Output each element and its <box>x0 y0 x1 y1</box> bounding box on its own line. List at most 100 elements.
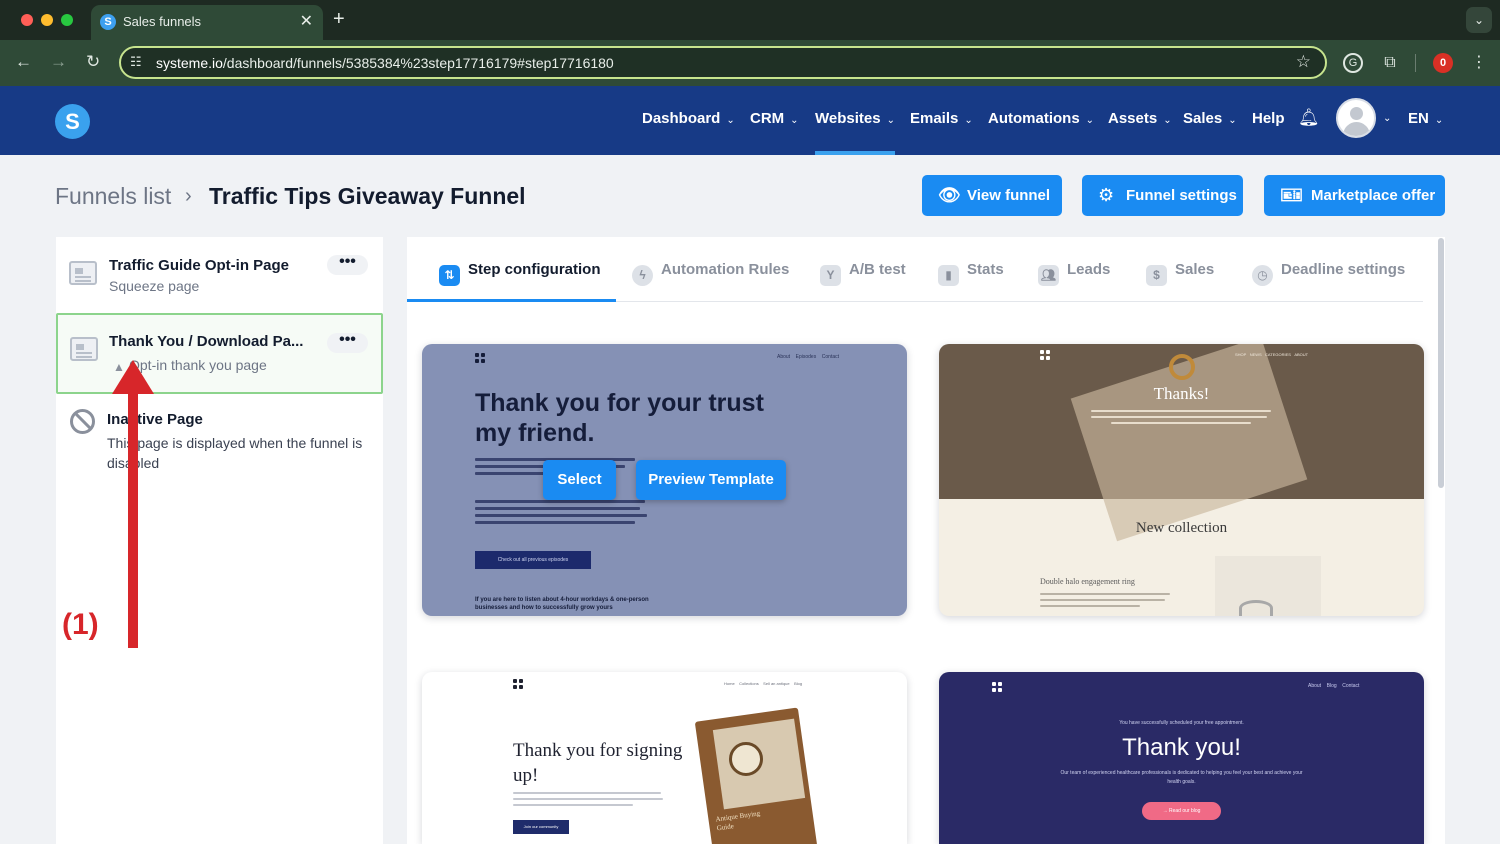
template-body-text: Our team of experienced healthcare profe… <box>1060 770 1303 785</box>
template-card-trust[interactable]: About Episodes Contact Thank you for you… <box>422 344 907 616</box>
ticket-icon: 🎫︎ <box>1280 185 1303 205</box>
template-logo-icon <box>992 682 1003 693</box>
nav-websites[interactable]: Websites ⌄ <box>815 110 895 127</box>
star-icon[interactable]: ☆ <box>1296 52 1311 72</box>
template-headline: Thank you for your trust my friend. <box>475 389 764 447</box>
eye-icon: 👁︎ <box>938 185 961 205</box>
grammarly-extension-icon[interactable]: G <box>1343 53 1363 73</box>
forward-icon[interactable]: → <box>50 52 67 72</box>
template-logo-icon <box>1040 350 1051 361</box>
chevron-down-icon: ⌄ <box>726 115 735 126</box>
active-nav-indicator <box>815 151 895 155</box>
extensions-icon[interactable]: ⧉ <box>1380 53 1400 73</box>
preview-template-button[interactable]: Preview Template <box>636 460 786 500</box>
bar-chart-icon: ▮ <box>938 265 959 286</box>
lightning-icon: ϟ <box>632 265 653 286</box>
systeme-logo[interactable]: S <box>55 104 90 139</box>
funnel-step-squeeze[interactable]: Traffic Guide Opt-in Page Squeeze page •… <box>56 237 383 312</box>
avatar-head-shape <box>1350 107 1363 120</box>
nav-help[interactable]: Help <box>1252 110 1285 127</box>
tab-step-configuration[interactable]: ⇅ Step configuration <box>439 261 601 286</box>
sliders-icon: ⇅ <box>439 265 460 286</box>
template-body-text <box>513 792 663 810</box>
annotation-label: (1) <box>62 608 99 641</box>
template-headline: Thanks! <box>1153 384 1210 403</box>
chevron-down-icon: ⌄ <box>1228 115 1237 126</box>
chevron-down-icon: ⌄ <box>964 115 973 126</box>
page-icon <box>69 261 97 285</box>
template-cta: Join our community <box>513 820 569 834</box>
nav-sales[interactable]: Sales ⌄ <box>1183 110 1237 127</box>
breadcrumb-funnels-list[interactable]: Funnels list <box>55 183 171 210</box>
disabled-icon <box>70 409 95 434</box>
template-product-name: Double halo engagement ring <box>1040 577 1135 586</box>
tab-automation-rules[interactable]: ϟ Automation Rules <box>632 261 789 286</box>
window-zoom-button[interactable] <box>61 14 73 26</box>
chevron-down-icon: ⌄ <box>1434 115 1444 126</box>
bell-icon[interactable]: 🔔︎ <box>1298 108 1320 128</box>
language-selector[interactable]: EN ⌄ <box>1408 110 1443 127</box>
browser-tab[interactable]: S Sales funnels ✕ <box>91 5 323 40</box>
pocket-watch-image <box>729 742 763 776</box>
tab-search-chevron-icon[interactable]: ⌄ <box>1466 7 1492 33</box>
menu-dots-icon[interactable]: ⋮ <box>1469 53 1489 73</box>
template-cta: → Read our blog <box>1142 802 1221 820</box>
funnel-settings-button[interactable]: ⚙︎ Funnel settings <box>1082 175 1243 216</box>
address-bar-url[interactable]: systeme.io/dashboard/funnels/5385384%23s… <box>156 55 614 71</box>
tab-deadline-settings[interactable]: ◷ Deadline settings <box>1252 261 1405 286</box>
profile-badge-icon[interactable]: 0 <box>1433 53 1453 73</box>
view-funnel-button[interactable]: 👁︎ View funnel <box>922 175 1062 216</box>
gear-icon: ⚙︎ <box>1098 185 1115 205</box>
template-nav: About Episodes Contact <box>777 354 840 360</box>
marketplace-offer-button[interactable]: 🎫︎ Marketplace offer <box>1264 175 1445 216</box>
chevron-down-icon[interactable]: ⌄ <box>1383 113 1391 124</box>
nav-assets[interactable]: Assets ⌄ <box>1108 110 1172 127</box>
new-tab-icon[interactable]: + <box>333 8 345 31</box>
step-name: Traffic Guide Opt-in Page <box>109 257 290 274</box>
tab-ab-test[interactable]: Y A/B test <box>820 261 906 286</box>
template-body-text <box>475 500 650 528</box>
tab-sales[interactable]: $ Sales <box>1146 261 1214 286</box>
annotation-arrow <box>112 360 154 648</box>
funnel-steps-panel: Traffic Guide Opt-in Page Squeeze page •… <box>56 237 383 844</box>
template-card-jewelry[interactable]: SHOP NEWS CATEGORIES ABOUT Thanks! New c… <box>939 344 1424 616</box>
avatar[interactable] <box>1336 98 1376 138</box>
address-bar[interactable]: ☷ systeme.io/dashboard/funnels/5385384%2… <box>119 46 1327 79</box>
chevron-down-icon: ⌄ <box>790 115 799 126</box>
browser-tab-title: Sales funnels <box>123 14 202 29</box>
template-kicker: You have successfully scheduled your fre… <box>1119 720 1244 726</box>
nav-crm[interactable]: CRM ⌄ <box>750 110 799 127</box>
tab-leads[interactable]: 👥︎ Leads <box>1038 261 1110 286</box>
step-more-button[interactable]: ••• <box>327 254 368 275</box>
template-nav: About Blog Contact <box>1308 683 1360 689</box>
template-logo-icon <box>475 353 486 364</box>
reload-icon[interactable]: ↻ <box>86 52 100 72</box>
nav-automations[interactable]: Automations ⌄ <box>988 110 1094 127</box>
close-tab-icon[interactable]: ✕ <box>300 11 313 31</box>
template-body-text <box>1091 410 1271 428</box>
systeme-favicon-icon: S <box>100 14 116 30</box>
scrollbar[interactable] <box>1438 238 1444 488</box>
toolbar-divider <box>1415 54 1416 72</box>
select-template-button[interactable]: Select <box>543 460 616 500</box>
annotation-arrow-head <box>112 360 154 394</box>
clipboard-check-icon <box>70 337 98 361</box>
browser-tab-strip: S Sales funnels ✕ + ⌄ <box>0 0 1500 40</box>
chevron-down-icon: ⌄ <box>1085 115 1095 126</box>
nav-emails[interactable]: Emails ⌄ <box>910 110 973 127</box>
template-card-antique[interactable]: Home Collections Sell an antique Blog Th… <box>422 672 907 844</box>
template-card-healthcare[interactable]: About Blog Contact You have successfully… <box>939 672 1424 844</box>
tab-stats[interactable]: ▮ Stats <box>938 261 1004 286</box>
window-minimize-button[interactable] <box>41 14 53 26</box>
nav-dashboard[interactable]: Dashboard ⌄ <box>642 110 735 127</box>
clock-icon: ◷ <box>1252 265 1273 286</box>
template-logo-icon <box>513 679 524 690</box>
template-footer-text: If you are here to listen about 4-hour w… <box>475 597 649 611</box>
site-info-icon[interactable]: ☷ <box>130 54 142 70</box>
app-header: S Dashboard ⌄ CRM ⌄ Websites ⌄ Emails ⌄ Auto… <box>0 86 1500 155</box>
funnel-step-thank-you[interactable]: Thank You / Download Pa... ▲ Opt-in than… <box>56 313 383 394</box>
back-icon[interactable]: ← <box>15 52 32 72</box>
ring-image <box>1169 354 1195 380</box>
step-more-button[interactable]: ••• <box>327 332 368 353</box>
window-close-button[interactable] <box>21 14 33 26</box>
